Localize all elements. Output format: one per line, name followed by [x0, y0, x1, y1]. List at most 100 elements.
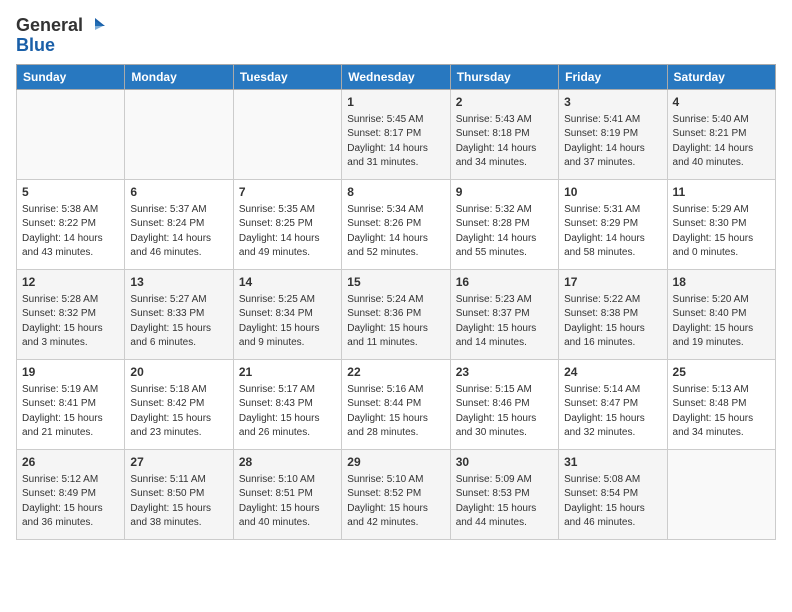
day-info: Sunrise: 5:18 AMSunset: 8:42 PMDaylight:… [130, 383, 227, 441]
day-cell: 23Sunrise: 5:15 AMSunset: 8:46 PMDayligh… [450, 359, 558, 449]
logo-container: General Blue [16, 16, 105, 56]
day-info: Sunrise: 5:32 AMSunset: 8:28 PMDaylight:… [456, 203, 553, 261]
weekday-header-saturday: Saturday [667, 64, 775, 89]
weekday-header-sunday: Sunday [17, 64, 125, 89]
day-number: 26 [22, 454, 119, 471]
day-cell: 1Sunrise: 5:45 AMSunset: 8:17 PMDaylight… [342, 89, 450, 179]
day-info: Sunrise: 5:28 AMSunset: 8:32 PMDaylight:… [22, 293, 119, 351]
day-number: 29 [347, 454, 444, 471]
day-number: 19 [22, 364, 119, 381]
day-number: 22 [347, 364, 444, 381]
logo: General Blue [16, 16, 105, 56]
day-cell: 16 Sunrise: 5:23 AMSunset: 8:37 PMDayligh… [450, 269, 558, 359]
weekday-row: SundayMondayTuesdayWednesdayThursdayFrid… [17, 64, 776, 89]
day-number: 25 [673, 364, 770, 381]
week-row-2: 5 Sunrise: 5:38 AMSunset: 8:22 PMDaylight… [17, 179, 776, 269]
day-number: 16 [456, 274, 553, 291]
day-cell: 13 Sunrise: 5:27 AMSunset: 8:33 PMDayligh… [125, 269, 233, 359]
day-info: Sunrise: 5:24 AMSunset: 8:36 PMDaylight:… [347, 293, 444, 351]
weekday-header-friday: Friday [559, 64, 667, 89]
day-cell [125, 89, 233, 179]
day-number: 4 [673, 94, 770, 111]
day-number: 11 [673, 184, 770, 201]
day-number: 31 [564, 454, 661, 471]
day-number: 28 [239, 454, 336, 471]
day-info: Sunrise: 5:16 AMSunset: 8:44 PMDaylight:… [347, 383, 444, 441]
day-cell: 11 Sunrise: 5:29 AMSunset: 8:30 PMDayligh… [667, 179, 775, 269]
day-info: Sunrise: 5:38 AMSunset: 8:22 PMDaylight:… [22, 203, 119, 261]
day-info: Sunrise: 5:11 AMSunset: 8:50 PMDaylight:… [130, 473, 227, 531]
day-info: Sunrise: 5:37 AMSunset: 8:24 PMDaylight:… [130, 203, 227, 261]
day-info: Sunrise: 5:17 AMSunset: 8:43 PMDaylight:… [239, 383, 336, 441]
day-cell: 9 Sunrise: 5:32 AMSunset: 8:28 PMDaylight… [450, 179, 558, 269]
day-number: 12 [22, 274, 119, 291]
weekday-header-wednesday: Wednesday [342, 64, 450, 89]
day-number: 6 [130, 184, 227, 201]
day-cell [17, 89, 125, 179]
day-cell: 31 Sunrise: 5:08 AMSunset: 8:54 PMDayligh… [559, 449, 667, 539]
day-cell: 20 Sunrise: 5:18 AMSunset: 8:42 PMDayligh… [125, 359, 233, 449]
day-number: 30 [456, 454, 553, 471]
day-info: Sunrise: 5:12 AMSunset: 8:49 PMDaylight:… [22, 473, 119, 531]
day-number: 23 [456, 364, 553, 381]
day-number: 17 [564, 274, 661, 291]
day-number: 18 [673, 274, 770, 291]
weekday-header-monday: Monday [125, 64, 233, 89]
day-info: Sunrise: 5:23 AMSunset: 8:37 PMDaylight:… [456, 293, 553, 351]
day-info: Sunrise: 5:22 AMSunset: 8:38 PMDaylight:… [564, 293, 661, 351]
day-cell: 8 Sunrise: 5:34 AMSunset: 8:26 PMDaylight… [342, 179, 450, 269]
week-row-3: 12 Sunrise: 5:28 AMSunset: 8:32 PMDayligh… [17, 269, 776, 359]
day-info: Sunrise: 5:19 AMSunset: 8:41 PMDaylight:… [22, 383, 119, 441]
day-number: 27 [130, 454, 227, 471]
day-cell: 6 Sunrise: 5:37 AMSunset: 8:24 PMDaylight… [125, 179, 233, 269]
day-cell: 27 Sunrise: 5:11 AMSunset: 8:50 PMDayligh… [125, 449, 233, 539]
day-cell: 2 Sunrise: 5:43 AMSunset: 8:18 PMDaylight… [450, 89, 558, 179]
day-info: Sunrise: 5:27 AMSunset: 8:33 PMDaylight:… [130, 293, 227, 351]
day-cell: 24Sunrise: 5:14 AMSunset: 8:47 PMDayligh… [559, 359, 667, 449]
week-row-4: 19 Sunrise: 5:19 AMSunset: 8:41 PMDayligh… [17, 359, 776, 449]
day-info: Sunrise: 5:31 AMSunset: 8:29 PMDaylight:… [564, 203, 661, 261]
week-row-1: 1Sunrise: 5:45 AMSunset: 8:17 PMDaylight… [17, 89, 776, 179]
day-info: Sunrise: 5:41 AMSunset: 8:19 PMDaylight:… [564, 113, 661, 171]
day-info: Sunrise: 5:35 AMSunset: 8:25 PMDaylight:… [239, 203, 336, 261]
day-info: Sunrise: 5:34 AMSunset: 8:26 PMDaylight:… [347, 203, 444, 261]
day-cell: 17 Sunrise: 5:22 AMSunset: 8:38 PMDayligh… [559, 269, 667, 359]
day-number: 14 [239, 274, 336, 291]
day-info: Sunrise: 5:25 AMSunset: 8:34 PMDaylight:… [239, 293, 336, 351]
day-number: 13 [130, 274, 227, 291]
day-number: 20 [130, 364, 227, 381]
day-number: 5 [22, 184, 119, 201]
day-number: 15 [347, 274, 444, 291]
day-number: 9 [456, 184, 553, 201]
day-info: Sunrise: 5:29 AMSunset: 8:30 PMDaylight:… [673, 203, 770, 261]
day-number: 8 [347, 184, 444, 201]
day-info: Sunrise: 5:10 AMSunset: 8:52 PMDaylight:… [347, 473, 444, 531]
day-info: Sunrise: 5:08 AMSunset: 8:54 PMDaylight:… [564, 473, 661, 531]
day-number: 3 [564, 94, 661, 111]
day-cell: 29 Sunrise: 5:10 AMSunset: 8:52 PMDayligh… [342, 449, 450, 539]
day-cell: 28Sunrise: 5:10 AMSunset: 8:51 PMDayligh… [233, 449, 341, 539]
day-cell: 12 Sunrise: 5:28 AMSunset: 8:32 PMDayligh… [17, 269, 125, 359]
day-cell: 14 Sunrise: 5:25 AMSunset: 8:34 PMDayligh… [233, 269, 341, 359]
logo-blue: Blue [16, 36, 105, 56]
day-cell: 15 Sunrise: 5:24 AMSunset: 8:36 PMDayligh… [342, 269, 450, 359]
day-info: Sunrise: 5:40 AMSunset: 8:21 PMDaylight:… [673, 113, 770, 171]
day-cell: 19 Sunrise: 5:19 AMSunset: 8:41 PMDayligh… [17, 359, 125, 449]
weekday-header-thursday: Thursday [450, 64, 558, 89]
day-info: Sunrise: 5:43 AMSunset: 8:18 PMDaylight:… [456, 113, 553, 171]
day-cell: 4 Sunrise: 5:40 AMSunset: 8:21 PMDaylight… [667, 89, 775, 179]
day-cell [233, 89, 341, 179]
day-number: 1 [347, 94, 444, 111]
day-number: 21 [239, 364, 336, 381]
calendar-table: SundayMondayTuesdayWednesdayThursdayFrid… [16, 64, 776, 540]
day-cell: 25 Sunrise: 5:13 AMSunset: 8:48 PMDayligh… [667, 359, 775, 449]
day-number: 2 [456, 94, 553, 111]
day-cell: 18Sunrise: 5:20 AMSunset: 8:40 PMDayligh… [667, 269, 775, 359]
day-cell: 22 Sunrise: 5:16 AMSunset: 8:44 PMDayligh… [342, 359, 450, 449]
day-info: Sunrise: 5:13 AMSunset: 8:48 PMDaylight:… [673, 383, 770, 441]
week-row-5: 26 Sunrise: 5:12 AMSunset: 8:49 PMDayligh… [17, 449, 776, 539]
calendar-header: SundayMondayTuesdayWednesdayThursdayFrid… [17, 64, 776, 89]
logo-bird-icon [85, 16, 105, 36]
day-cell: 7Sunrise: 5:35 AMSunset: 8:25 PMDaylight… [233, 179, 341, 269]
day-cell: 3 Sunrise: 5:41 AMSunset: 8:19 PMDaylight… [559, 89, 667, 179]
